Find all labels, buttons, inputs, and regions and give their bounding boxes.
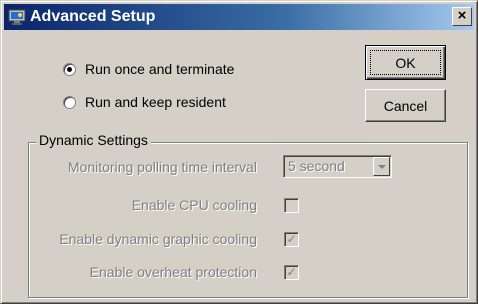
overheat-protection-checkbox[interactable]: ✓ [284,265,299,280]
radio-keep-resident-indicator[interactable] [63,95,76,109]
radio-run-once[interactable]: Run once and terminate [63,59,234,79]
ok-button[interactable]: OK [365,45,446,80]
polling-interval-select[interactable]: 5 second [283,155,392,178]
polling-interval-label: Monitoring polling time interval [67,159,257,175]
close-button[interactable]: × [452,7,472,26]
cpu-cooling-label: Enable CPU cooling [131,197,257,213]
radio-keep-resident[interactable]: Run and keep resident [63,92,226,112]
title-bar[interactable]: Advanced Setup × [4,4,474,30]
window-title: Advanced Setup [30,8,156,25]
radio-run-once-indicator[interactable] [63,62,76,76]
cpu-cooling-checkbox[interactable] [284,198,299,213]
ok-button-label: OK [395,54,416,71]
checkmark-icon: ✓ [286,232,297,246]
cancel-button[interactable]: Cancel [365,89,446,122]
overheat-protection-label: Enable overheat protection [89,264,257,280]
radio-run-once-label: Run once and terminate [85,61,235,77]
chevron-down-icon[interactable] [373,157,390,176]
advanced-setup-dialog: Advanced Setup × Run once and terminate … [0,0,478,304]
polling-interval-value: 5 second [288,158,345,174]
graphic-cooling-label: Enable dynamic graphic cooling [59,231,257,247]
checkmark-icon: ✓ [286,265,297,279]
radio-keep-resident-label: Run and keep resident [85,94,226,110]
close-icon: × [457,7,467,24]
monitor-app-icon [8,9,26,25]
cancel-button-label: Cancel [383,97,428,114]
graphic-cooling-checkbox[interactable]: ✓ [284,232,299,247]
dynamic-settings-legend: Dynamic Settings [36,132,151,148]
